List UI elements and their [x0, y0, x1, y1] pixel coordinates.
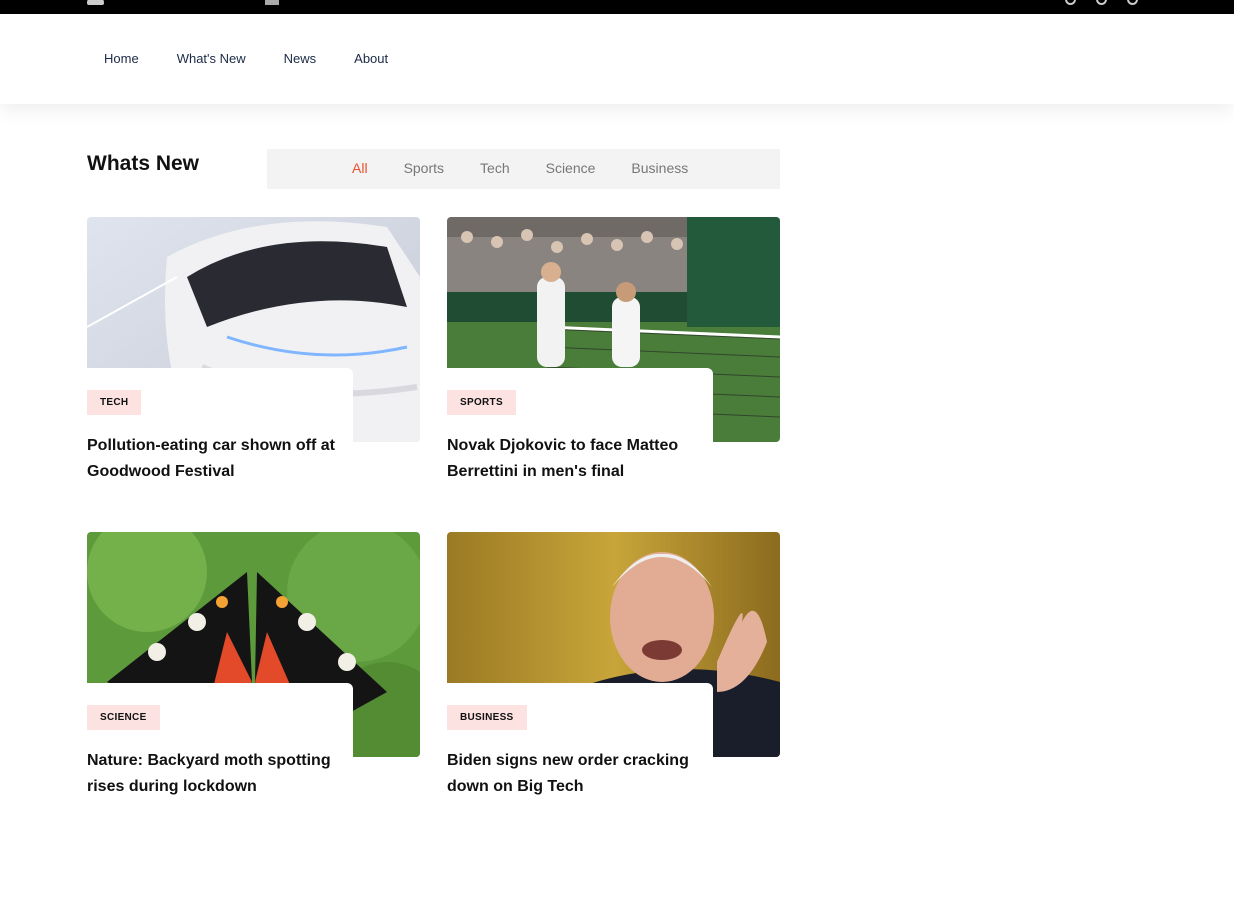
- card-info-panel: TECH Pollution-eating car shown off at G…: [87, 368, 353, 498]
- filter-business[interactable]: Business: [631, 160, 688, 176]
- link-icon[interactable]: [1127, 0, 1138, 5]
- filter-tech[interactable]: Tech: [480, 160, 510, 176]
- card-info-panel: SCIENCE Nature: Backyard moth spotting r…: [87, 683, 353, 813]
- category-tag[interactable]: SCIENCE: [87, 705, 160, 730]
- globe-icon[interactable]: [1065, 0, 1076, 5]
- category-filter-bar: All Sports Tech Science Business: [267, 149, 780, 189]
- nav-about[interactable]: About: [354, 51, 388, 66]
- card-headline[interactable]: Pollution-eating car shown off at Goodwo…: [87, 433, 357, 485]
- top-bar: [0, 0, 1234, 14]
- category-tag[interactable]: SPORTS: [447, 390, 516, 415]
- social-links: [1065, 0, 1138, 5]
- user-icon: [87, 0, 104, 5]
- category-tag[interactable]: BUSINESS: [447, 705, 527, 730]
- nav-home[interactable]: Home: [104, 51, 139, 66]
- card-headline[interactable]: Novak Djokovic to face Matteo Berrettini…: [447, 433, 717, 485]
- date-info: [265, 0, 279, 7]
- category-tag[interactable]: TECH: [87, 390, 142, 415]
- author-info: [87, 0, 104, 7]
- card-info-panel: SPORTS Novak Djokovic to face Matteo Ber…: [447, 368, 713, 498]
- card-info-panel: BUSINESS Biden signs new order cracking …: [447, 683, 713, 813]
- calendar-icon: [265, 0, 279, 5]
- nav-news[interactable]: News: [284, 51, 317, 66]
- card-headline[interactable]: Nature: Backyard moth spotting rises dur…: [87, 748, 357, 800]
- main-navbar: Home What's New News About: [0, 14, 1234, 104]
- instagram-icon[interactable]: [1096, 0, 1107, 5]
- card-headline[interactable]: Biden signs new order cracking down on B…: [447, 748, 717, 800]
- filter-all[interactable]: All: [352, 160, 368, 176]
- filter-science[interactable]: Science: [546, 160, 596, 176]
- filter-sports[interactable]: Sports: [404, 160, 444, 176]
- section-title: Whats New: [87, 152, 200, 175]
- nav-whats-new[interactable]: What's New: [177, 51, 246, 66]
